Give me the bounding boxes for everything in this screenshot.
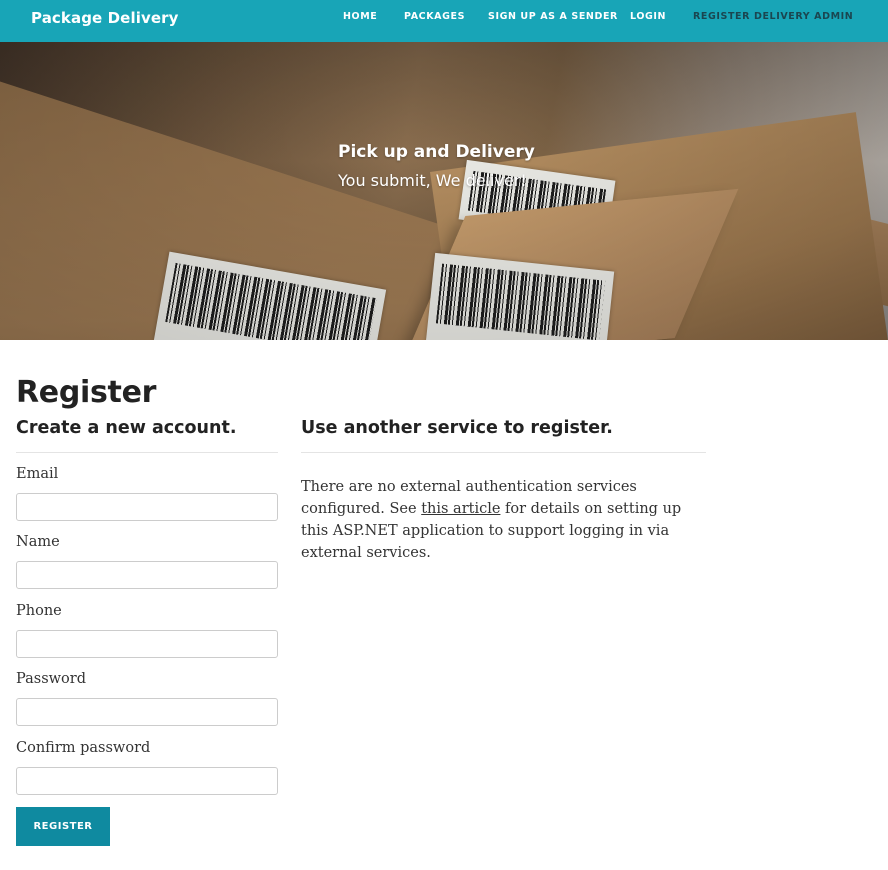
navbar: Package Delivery HOME PACKAGES SIGN UP A…	[0, 0, 888, 42]
brand-link[interactable]: Package Delivery	[31, 9, 178, 27]
external-services-heading: Use another service to register.	[301, 418, 613, 438]
email-field[interactable]	[16, 493, 278, 521]
nav-packages-link[interactable]: PACKAGES	[404, 11, 465, 22]
page-title: Register	[16, 375, 157, 410]
external-services-message: There are no external authentication ser…	[301, 476, 711, 564]
email-label: Email	[16, 466, 59, 482]
hero-subtitle: You submit, We deliver!	[338, 171, 527, 190]
name-field[interactable]	[16, 561, 278, 589]
password-field[interactable]	[16, 698, 278, 726]
nav-signup-sender-link[interactable]: SIGN UP AS A SENDER	[488, 11, 618, 22]
register-button[interactable]: REGISTER	[16, 807, 110, 846]
nav-register-admin-link[interactable]: REGISTER DELIVERY ADMIN	[693, 11, 853, 22]
hero-banner: Pick up and Delivery You submit, We deli…	[0, 42, 888, 340]
divider	[16, 452, 278, 453]
nav-home-link[interactable]: HOME	[343, 11, 377, 22]
password-label: Password	[16, 671, 86, 687]
name-label: Name	[16, 534, 60, 550]
this-article-link[interactable]: this article	[421, 501, 500, 517]
hero-overlay	[0, 42, 888, 340]
phone-field[interactable]	[16, 630, 278, 658]
nav-login-link[interactable]: LOGIN	[630, 11, 666, 22]
divider	[301, 452, 706, 453]
confirm-password-label: Confirm password	[16, 740, 151, 756]
confirm-password-field[interactable]	[16, 767, 278, 795]
phone-label: Phone	[16, 603, 62, 619]
create-account-heading: Create a new account.	[16, 418, 237, 438]
hero-title: Pick up and Delivery	[338, 142, 535, 162]
